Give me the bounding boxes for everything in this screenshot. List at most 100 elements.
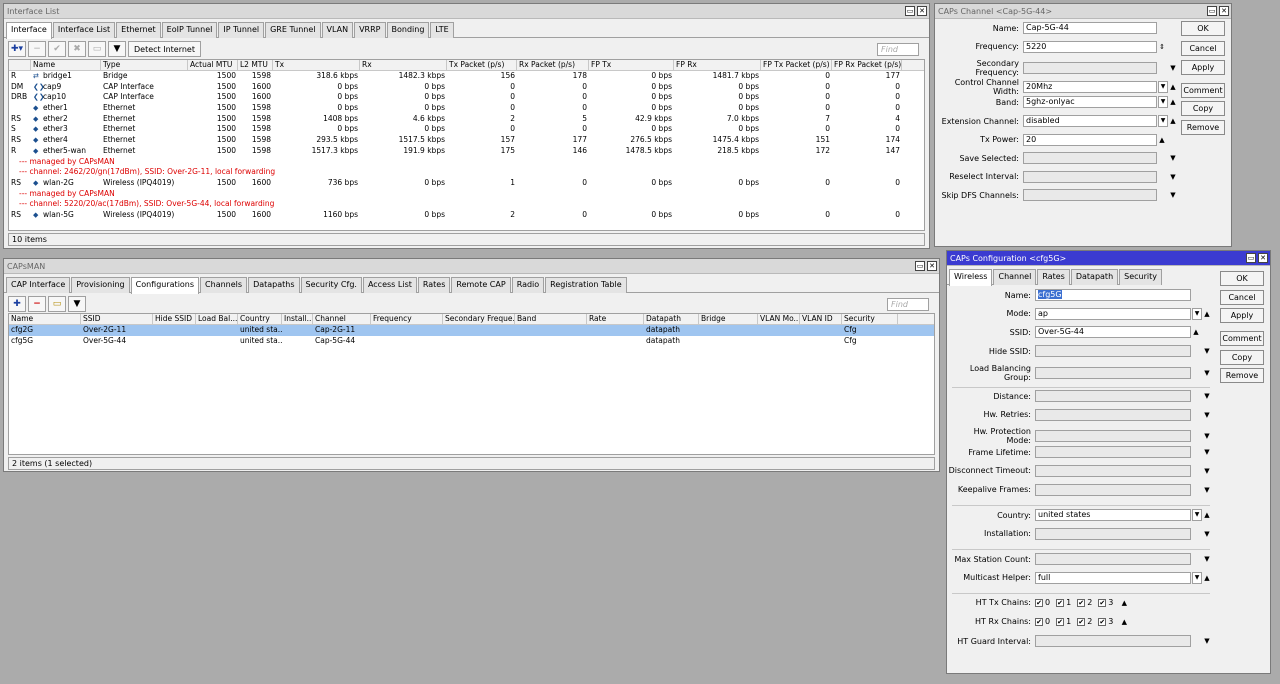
column-header[interactable]: FP Rx Packet (p/s) — [832, 60, 902, 70]
field-input[interactable]: Cap-5G-44 — [1023, 22, 1157, 34]
expand-arrow-icon[interactable]: ▼ — [1202, 392, 1212, 400]
field-input[interactable]: 5ghz-onlyac — [1023, 96, 1157, 109]
dropdown-icon[interactable]: ▼ — [1158, 96, 1168, 109]
dropdown-icon[interactable]: ▼ — [1158, 115, 1168, 127]
cancel-button[interactable]: Cancel — [1181, 41, 1225, 56]
field-input[interactable] — [1035, 430, 1191, 443]
column-header[interactable]: SSID — [81, 314, 153, 324]
column-header[interactable]: VLAN ID — [800, 314, 842, 324]
field-input[interactable] — [1023, 189, 1157, 202]
checkbox-icon[interactable]: ✔ — [1035, 617, 1043, 626]
restore-icon[interactable]: ▭ — [905, 6, 915, 16]
field-input[interactable]: ap — [1035, 307, 1191, 320]
collapse-arrow-icon[interactable]: ▲ — [1202, 511, 1212, 519]
ok-button[interactable]: OK — [1181, 21, 1225, 36]
tab-bonding[interactable]: Bonding — [386, 22, 430, 38]
add-icon[interactable]: ✚ — [8, 296, 26, 312]
column-header[interactable]: Tx Packet (p/s) — [447, 60, 517, 70]
tab-ip-tunnel[interactable]: IP Tunnel — [218, 22, 265, 38]
tab-provisioning[interactable]: Provisioning — [71, 277, 130, 293]
checkbox-icon[interactable]: ✔ — [1077, 598, 1086, 607]
table-row[interactable]: cfg2G Over-2G-11 united sta... Cap-2G-11 dat… — [9, 325, 934, 336]
tab-wireless[interactable]: Wireless — [949, 269, 993, 286]
checkbox-icon[interactable]: ✔ — [1098, 598, 1107, 607]
expand-arrow-icon[interactable]: ▼ — [1168, 154, 1178, 162]
field-input[interactable]: disabled — [1023, 115, 1157, 127]
column-header[interactable]: Security — [842, 314, 898, 324]
column-header[interactable]: L2 MTU — [238, 60, 273, 70]
expand-arrow-icon[interactable]: ▼ — [1168, 173, 1178, 181]
field-input[interactable] — [1023, 170, 1157, 183]
tab-channels[interactable]: Channels — [200, 277, 248, 293]
copy-button[interactable]: Copy — [1220, 350, 1264, 365]
chain-checkbox[interactable]: ✔ 3 — [1098, 598, 1113, 607]
tab-access-list[interactable]: Access List — [362, 277, 417, 293]
column-header[interactable]: Install... — [282, 314, 313, 324]
filter-icon[interactable]: ▼ — [108, 41, 126, 57]
column-header[interactable]: Bridge — [699, 314, 758, 324]
column-header[interactable]: Country — [238, 314, 282, 324]
field-input[interactable] — [1035, 366, 1191, 379]
dropdown-icon[interactable]: ▼ — [1192, 571, 1202, 584]
tab-configurations[interactable]: Configurations — [130, 277, 200, 294]
table-row[interactable]: RS ◆ wlan-5G Wireless (IPQ4019) 1500 1600 1160… — [9, 210, 924, 221]
column-header[interactable]: Channel — [313, 314, 371, 324]
column-header[interactable]: FP Rx — [674, 60, 761, 70]
close-icon[interactable]: ✕ — [1219, 6, 1229, 16]
expand-arrow-icon[interactable]: ▼ — [1168, 191, 1178, 199]
interface-list-titlebar[interactable]: Interface List — [4, 4, 929, 19]
comment-icon[interactable]: ▭ — [88, 41, 106, 57]
field-input[interactable] — [1035, 408, 1191, 421]
channel-titlebar[interactable]: CAPs Channel <Cap-5G-44> — [935, 4, 1231, 19]
expand-arrow-icon[interactable]: ▼ — [1202, 486, 1212, 494]
collapse-arrow-icon[interactable]: ▲ — [1191, 328, 1201, 336]
column-header[interactable]: Frequency — [371, 314, 443, 324]
column-header[interactable]: Datapath — [644, 314, 699, 324]
column-header[interactable] — [9, 60, 31, 70]
column-header[interactable]: Rx — [360, 60, 447, 70]
column-header[interactable]: FP Tx Packet (p/s) — [761, 60, 832, 70]
field-input[interactable] — [1035, 527, 1191, 540]
expand-arrow-icon[interactable]: ▼ — [1168, 64, 1178, 72]
chain-checkbox[interactable]: ✔ 2 — [1077, 617, 1092, 626]
table-row[interactable]: S ◆ ether3 Ethernet 1500 1598 0 bps 0 bps 0 0 0 bp… — [9, 124, 924, 135]
field-input[interactable] — [1035, 483, 1191, 496]
collapse-arrow-icon[interactable]: ▲ — [1119, 599, 1129, 607]
remove-icon[interactable]: − — [28, 41, 46, 57]
checkbox-icon[interactable]: ✔ — [1098, 617, 1107, 626]
column-header[interactable]: Rx Packet (p/s) — [517, 60, 589, 70]
collapse-arrow-icon[interactable]: ▲ — [1157, 136, 1167, 144]
column-header[interactable]: Secondary Freque... — [443, 314, 515, 324]
collapse-arrow-icon[interactable]: ▲ — [1168, 83, 1178, 91]
table-row[interactable]: RS ◆ ether4 Ethernet 1500 1598 293.5 kbps 1517.… — [9, 135, 924, 146]
table-row[interactable]: cfg5G Over-5G-44 united sta... Cap-5G-44 dat… — [9, 336, 934, 347]
expand-arrow-icon[interactable]: ▼ — [1202, 530, 1212, 538]
table-row[interactable]: RS ◆ ether2 Ethernet 1500 1598 1408 bps 4.6 kbp… — [9, 114, 924, 125]
dropdown-icon[interactable]: ▼ — [1158, 80, 1168, 93]
table-row[interactable]: DM ❮❯cap9 CAP Interface 1500 1600 0 bps 0 bps 0… — [9, 82, 924, 93]
configuration-titlebar[interactable]: CAPs Configuration <cfg5G> — [947, 251, 1270, 266]
tab-vlan[interactable]: VLAN — [321, 22, 354, 38]
tab-rates[interactable]: Rates — [417, 277, 451, 293]
ok-button[interactable]: OK — [1220, 271, 1264, 286]
expand-arrow-icon[interactable]: ▼ — [1202, 555, 1212, 563]
table-row[interactable]: R ◆ ether5-wan Ethernet 1500 1598 1517.3 kbps 1… — [9, 146, 924, 157]
column-header[interactable]: Hide SSID — [153, 314, 196, 324]
collapse-arrow-icon[interactable]: ▲ — [1119, 618, 1129, 626]
filter-icon[interactable]: ▼ — [68, 296, 86, 312]
chain-checkbox[interactable]: ✔ 1 — [1056, 617, 1071, 626]
capsman-titlebar[interactable]: CAPsMAN — [4, 259, 939, 274]
tab-ethernet[interactable]: Ethernet — [116, 22, 161, 38]
cancel-button[interactable]: Cancel — [1220, 290, 1264, 305]
close-icon[interactable]: ✕ — [917, 6, 927, 16]
field-input[interactable] — [1035, 390, 1191, 402]
tab-channel[interactable]: Channel — [993, 269, 1037, 285]
tab-eoip-tunnel[interactable]: EoIP Tunnel — [161, 22, 218, 38]
dropdown-icon[interactable]: ▼ — [1192, 509, 1202, 521]
column-header[interactable]: Name — [9, 314, 81, 324]
expand-arrow-icon[interactable]: ▼ — [1202, 369, 1212, 377]
tab-interface-list[interactable]: Interface List — [52, 22, 116, 38]
column-header[interactable]: Load Bal... — [196, 314, 238, 324]
column-header[interactable]: Name — [31, 60, 101, 70]
tab-datapath[interactable]: Datapath — [1070, 269, 1119, 285]
